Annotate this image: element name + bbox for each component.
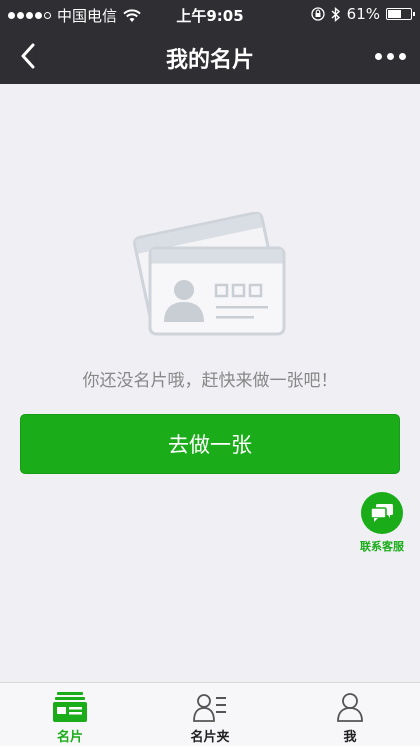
- tab-me-label: 我: [343, 730, 357, 745]
- card-holder-icon: [193, 694, 226, 722]
- more-dot-icon: [398, 52, 406, 60]
- contact-service-label: 联系客服: [360, 540, 404, 553]
- tab-card[interactable]: 名片: [0, 683, 140, 746]
- empty-card-illustration: [133, 212, 286, 336]
- more-button[interactable]: [370, 40, 410, 72]
- bluetooth-icon: [331, 6, 340, 22]
- page-title: 我的名片: [165, 48, 254, 73]
- tab-card-label: 名片: [56, 730, 83, 745]
- chat-bubbles-icon: [361, 492, 403, 534]
- empty-state-message: 你还没名片哦，赶快来做一张吧！: [82, 371, 338, 391]
- battery-percent: 61%: [346, 5, 380, 23]
- rotation-lock-icon: [311, 7, 325, 21]
- tab-card-holder-label: 名片夹: [190, 730, 230, 745]
- card-icon: [53, 692, 87, 722]
- contact-service-button[interactable]: 联系客服: [352, 492, 412, 554]
- make-card-button[interactable]: 去做一张: [20, 414, 400, 474]
- top-bar: 中国电信 上午9:05 61% 我的名片: [0, 0, 420, 84]
- tab-card-holder[interactable]: 名片夹: [140, 683, 280, 746]
- tab-me[interactable]: 我: [280, 683, 420, 746]
- status-right: 61%: [311, 5, 415, 23]
- battery-fill: [388, 10, 401, 18]
- tab-bar: 名片 名片夹 我: [0, 682, 420, 746]
- status-bar: 中国电信 上午9:05 61%: [0, 0, 420, 28]
- nav-bar: 我的名片: [0, 28, 420, 84]
- me-icon: [337, 693, 363, 722]
- more-dot-icon: [386, 52, 394, 60]
- more-dot-icon: [374, 52, 382, 60]
- battery-icon: [386, 8, 415, 20]
